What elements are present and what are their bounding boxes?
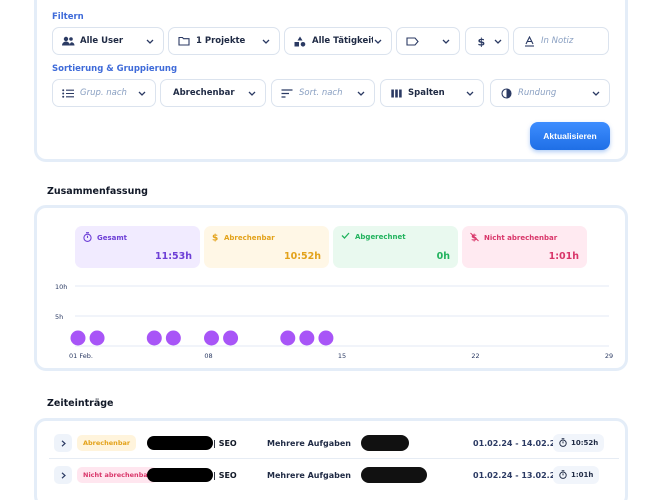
chevron-down-icon <box>465 88 475 98</box>
tag-filter[interactable] <box>396 27 460 55</box>
group-select-placeholder: Grup. nach <box>80 88 127 98</box>
chevron-down-icon <box>137 88 147 98</box>
data-point <box>318 330 334 346</box>
project-name: | SEO <box>213 438 237 448</box>
stopwatch-icon <box>559 469 567 481</box>
duration-badge: 1:01h <box>553 466 600 484</box>
chevron-down-icon <box>145 36 155 46</box>
redacted-avatars <box>361 435 409 451</box>
x-tick-label: 15 <box>338 352 346 360</box>
x-tick-label: 08 <box>204 352 212 360</box>
rounding-select-placeholder: Rundung <box>518 88 557 98</box>
user-filter[interactable]: Alle User <box>52 27 164 55</box>
expand-row-button[interactable] <box>54 434 72 452</box>
stopwatch-icon <box>559 437 567 449</box>
activity-filter-value: Alle Tätigkeiten <box>312 36 373 46</box>
chevron-down-icon <box>441 36 451 46</box>
billing-select-value: Abrechenbar <box>173 88 235 98</box>
summary-title: Zusammenfassung <box>47 186 148 197</box>
note-search[interactable]: In Notiz <box>513 27 609 55</box>
data-point <box>223 330 239 346</box>
users-icon <box>61 34 75 48</box>
task-name: Mehrere Aufgaben <box>267 438 351 448</box>
y-tick-label: 10h <box>55 283 67 291</box>
folder-icon <box>177 34 191 48</box>
row-divider <box>49 458 619 459</box>
date-range: 01.02.24 - 14.02.24 <box>473 438 561 448</box>
data-point <box>280 330 296 346</box>
rounding-icon <box>499 86 513 100</box>
table-row[interactable]: Abrechenbar | SEO Mehrere Aufgaben 01.02… <box>49 429 619 457</box>
billing-filter[interactable]: $ <box>465 27 509 55</box>
task-name: Mehrere Aufgaben <box>267 470 351 480</box>
note-search-placeholder: In Notiz <box>541 36 574 46</box>
time-chart: 10h 5h 01 Feb. 08 15 22 29 <box>55 283 613 360</box>
activity-filter[interactable]: Alle Tätigkeiten <box>284 27 392 55</box>
text-icon <box>522 34 536 48</box>
chevron-down-icon <box>493 36 503 46</box>
filters-label: Filtern <box>52 12 84 22</box>
dollar-icon: $ <box>474 34 488 48</box>
chevron-down-icon <box>591 88 601 98</box>
data-point <box>165 330 181 346</box>
table-row[interactable]: Nicht abrechenbar | SEO Mehrere Aufgaben… <box>49 461 619 489</box>
data-point <box>70 330 86 346</box>
expand-row-button[interactable] <box>54 466 72 484</box>
entries-title: Zeiteinträge <box>47 398 114 409</box>
x-tick-label: 29 <box>605 352 613 360</box>
svg-text:$: $ <box>477 36 485 48</box>
duration-badge: 10:52h <box>553 434 605 452</box>
summary-panel: Gesamt 11:53h $ Abrechenbar 10:52h Abger… <box>34 205 628 371</box>
chevron-down-icon <box>356 88 366 98</box>
data-point <box>89 330 105 346</box>
redacted-avatars <box>361 467 427 483</box>
redacted-client <box>147 468 213 482</box>
status-badge: Nicht abrechenbar <box>77 467 157 483</box>
sort-icon <box>280 86 294 100</box>
redacted-client <box>147 436 213 450</box>
data-point <box>146 330 162 346</box>
data-point <box>299 330 315 346</box>
project-name: | SEO <box>213 470 237 480</box>
columns-icon <box>389 86 403 100</box>
project-filter[interactable]: 1 Projekte <box>168 27 280 55</box>
user-filter-value: Alle User <box>80 36 124 46</box>
sorting-label: Sortierung & Gruppierung <box>52 64 178 74</box>
chevron-down-icon <box>247 88 257 98</box>
sort-select-placeholder: Sort. nach <box>299 88 343 98</box>
project-filter-value: 1 Projekte <box>196 36 246 46</box>
billing-select[interactable]: Abrechenbar <box>160 79 266 107</box>
chevron-down-icon <box>373 36 383 46</box>
sort-select[interactable]: Sort. nach <box>271 79 375 107</box>
entries-panel: Abrechenbar | SEO Mehrere Aufgaben 01.02… <box>34 418 628 500</box>
x-tick-label: 22 <box>471 352 479 360</box>
rounding-select[interactable]: Rundung <box>490 79 610 107</box>
x-tick-label: 01 Feb. <box>69 352 93 360</box>
update-button[interactable]: Aktualisieren <box>530 122 610 150</box>
status-badge: Abrechenbar <box>77 435 137 451</box>
tag-icon <box>405 34 419 48</box>
shapes-icon <box>293 34 307 48</box>
columns-select-value: Spalten <box>408 88 445 98</box>
columns-select[interactable]: Spalten <box>380 79 484 107</box>
group-select[interactable]: Grup. nach <box>52 79 156 107</box>
y-tick-label: 5h <box>55 313 63 321</box>
date-range: 01.02.24 - 13.02.24 <box>473 470 561 480</box>
chevron-down-icon <box>261 36 271 46</box>
data-point <box>204 330 219 346</box>
list-icon <box>61 86 75 100</box>
